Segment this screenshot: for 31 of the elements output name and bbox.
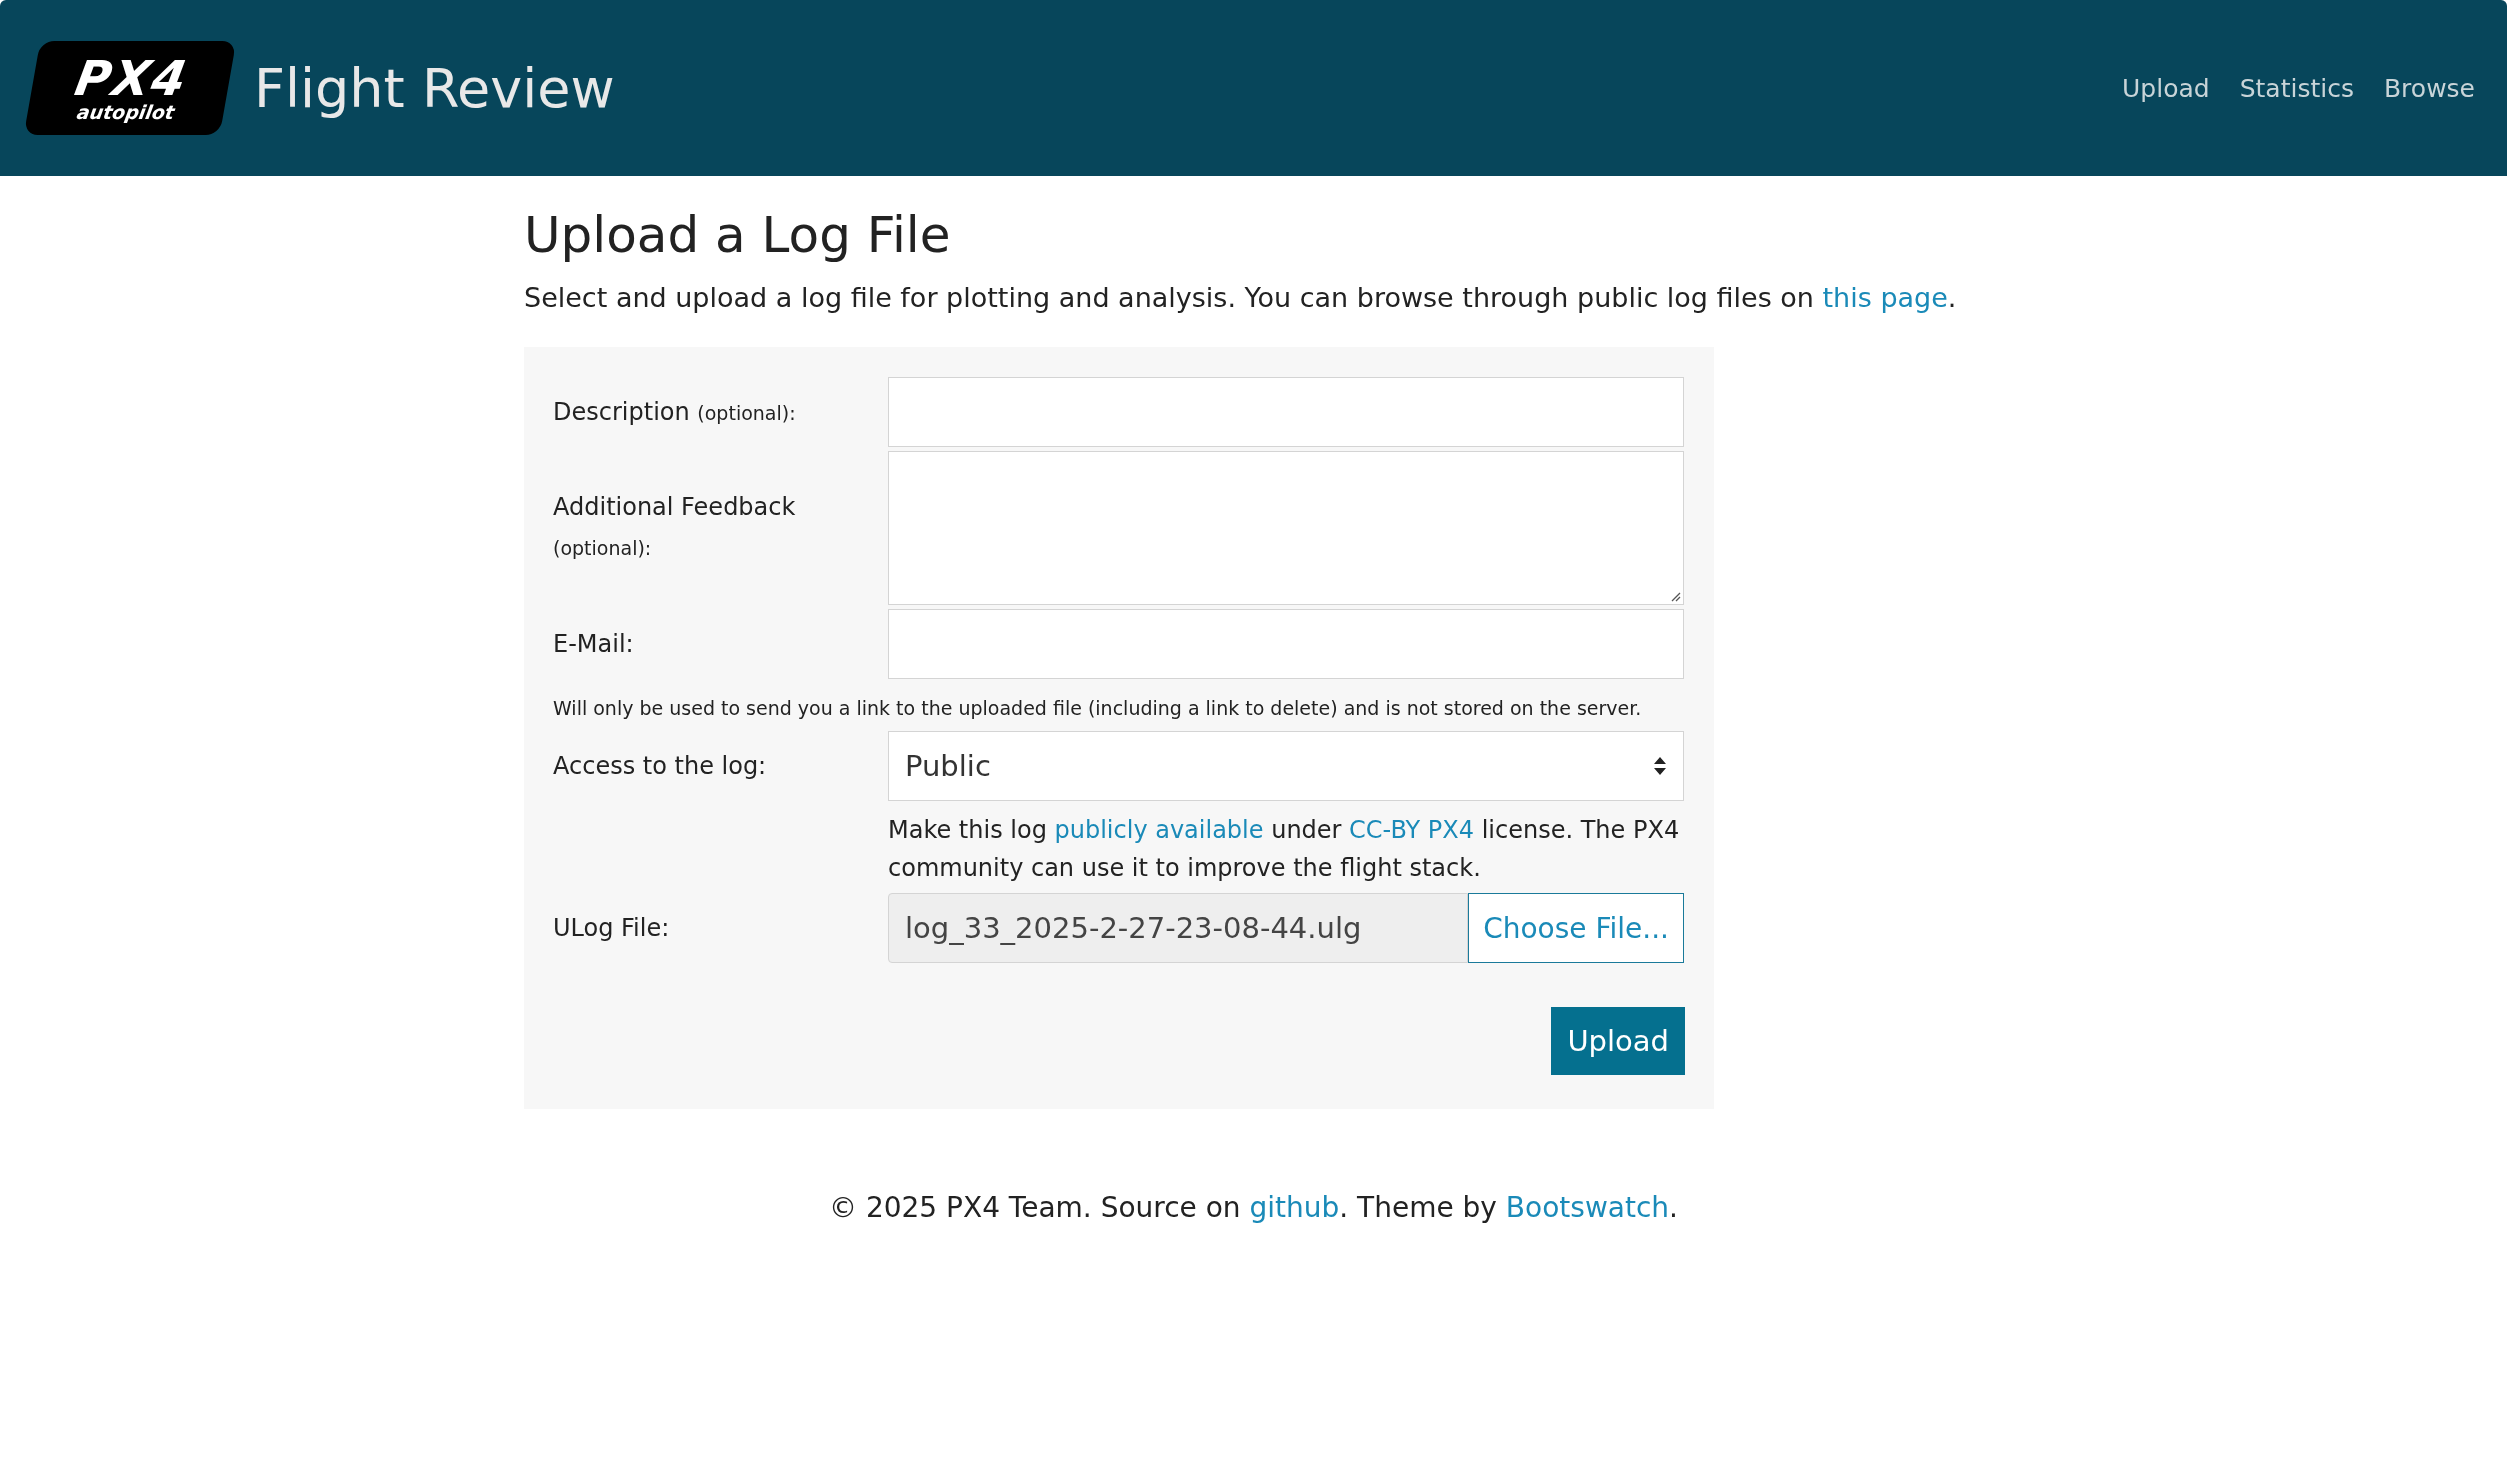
description-field[interactable]: [888, 377, 1684, 447]
logo-subtext: autopilot: [75, 101, 177, 123]
help-text: Will only be used to send you a link to the uploaded file (including a link to delete) and is not stored on the server.: [553, 697, 1643, 719]
site-title[interactable]: Flight Review: [254, 56, 615, 120]
page-link[interactable]: this page: [1822, 282, 1948, 313]
field-label: Access to the log:: [553, 752, 768, 780]
field-label: E-Mail:: [553, 630, 635, 658]
px4-logo[interactable]: PX4 autopilot: [23, 41, 237, 135]
access-select[interactable]: Public: [888, 731, 1684, 801]
choose-file-button[interactable]: Choose File...: [1468, 893, 1684, 963]
footer-link[interactable]: github: [1249, 1191, 1340, 1224]
field-label: Description (optional):: [553, 398, 797, 426]
license-text: Make this log publicly available under CC-BY PX4 license. The PX4 community can use it to improve the flight stack.: [888, 815, 1681, 884]
logo-text: PX4: [71, 53, 192, 102]
sort-arrows-icon: [1653, 756, 1667, 776]
field-label: Additional Feedback (optional):: [553, 492, 797, 561]
upload-button[interactable]: Upload: [1551, 1007, 1685, 1075]
resize-grip-icon[interactable]: [1669, 590, 1681, 602]
license-link[interactable]: publicly available: [1054, 816, 1264, 844]
license-link[interactable]: CC-BY PX4: [1349, 816, 1475, 844]
intro-text: Select and upload a log file for plotting and analysis. You can browse through public log files on this page.: [524, 282, 1958, 313]
file-name-field: log_33_2025-2-27-23-08-44.ulg: [888, 893, 1469, 963]
footer-link[interactable]: Bootswatch: [1505, 1191, 1670, 1224]
page-heading: Upload a Log File: [524, 206, 952, 264]
feedback-field[interactable]: [888, 451, 1684, 605]
footer-text: © 2025 PX4 Team. Source on github. Theme by Bootswatch.: [828, 1191, 1679, 1224]
email-field[interactable]: [888, 609, 1684, 679]
nav-link[interactable]: Statistics: [2239, 73, 2354, 103]
nav-link[interactable]: Browse: [2383, 73, 2475, 103]
field-label: ULog File:: [553, 914, 671, 942]
nav-link[interactable]: Upload: [2122, 73, 2210, 103]
